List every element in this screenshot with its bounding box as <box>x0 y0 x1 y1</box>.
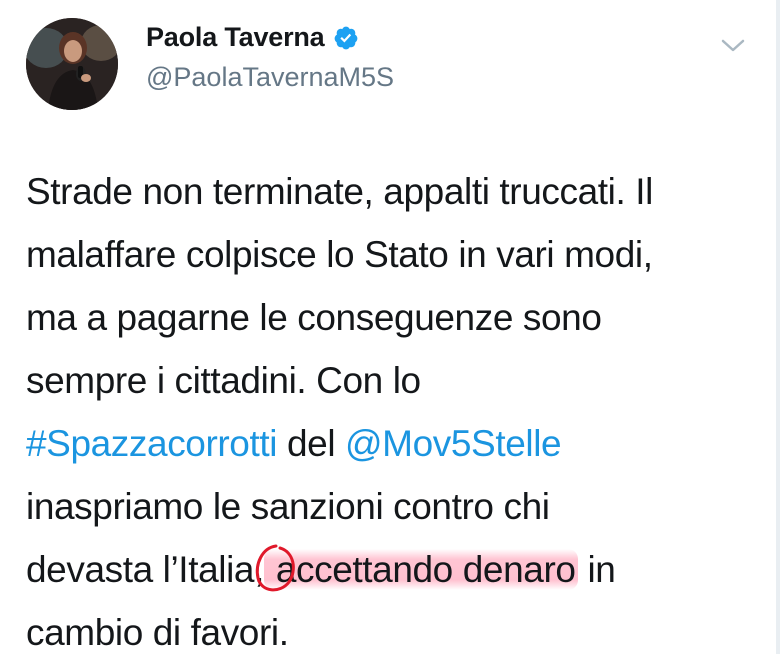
tweet-line: #Spazzacorrotti del @Mov5Stelle <box>26 412 756 475</box>
hashtag-link[interactable]: #Spazzacorrotti <box>26 423 277 464</box>
tweet-text: Strade non terminate, appalti truccati. … <box>26 160 756 664</box>
tweet-line: malaffare colpisce lo Stato in vari modi… <box>26 234 653 275</box>
tweet-line: devasta l’Italia, accettando denaro in <box>26 538 756 601</box>
tweet-text-fragment: devasta l’Italia, <box>26 549 264 590</box>
mention-link[interactable]: @Mov5Stelle <box>345 423 562 464</box>
highlighted-text: accettando denaro <box>263 549 578 590</box>
display-name[interactable]: Paola Taverna <box>146 22 325 53</box>
tweet-line: sempre i cittadini. Con lo <box>26 360 421 401</box>
tweet-line: Strade non terminate, appalti truccati. … <box>26 171 653 212</box>
scroll-edge <box>776 0 780 654</box>
tweet-card: Paola Taverna @PaolaTavernaM5S Strade no… <box>0 0 780 654</box>
tweet-line: cambio di favori. <box>26 612 289 653</box>
author-handle[interactable]: @PaolaTavernaM5S <box>146 62 394 93</box>
tweet-text-fragment: in <box>577 549 616 590</box>
avatar-photo-icon <box>26 18 118 110</box>
tweet-line: ma a pagarne le conseguenze sono <box>26 297 602 338</box>
author-name-row: Paola Taverna <box>146 22 359 53</box>
tweet-text-fragment: del <box>277 423 346 464</box>
verified-badge-icon <box>333 25 359 51</box>
profile-avatar[interactable] <box>26 18 118 110</box>
chevron-down-icon[interactable] <box>718 34 748 56</box>
tweet-line: inaspriamo le sanzioni contro chi <box>26 486 550 527</box>
